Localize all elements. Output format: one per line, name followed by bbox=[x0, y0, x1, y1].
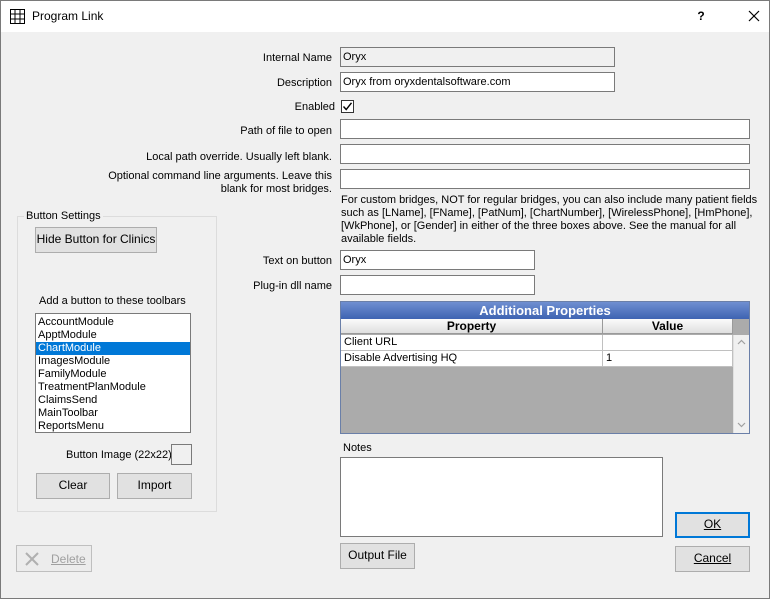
clear-button[interactable]: Clear bbox=[36, 473, 110, 499]
hide-button-for-clinics-button[interactable]: Hide Button for Clinics bbox=[35, 227, 157, 253]
close-icon[interactable] bbox=[741, 4, 767, 28]
program-link-dialog: Program Link ? Internal Name Oryx Descri… bbox=[0, 0, 770, 599]
internal-name-field[interactable]: Oryx bbox=[340, 47, 615, 67]
description-label: Description bbox=[276, 77, 332, 89]
button-text-field[interactable]: Oryx bbox=[340, 250, 535, 270]
grid-header-property: Property bbox=[341, 319, 603, 334]
path-label: Path of file to open bbox=[240, 125, 332, 137]
enabled-checkbox[interactable] bbox=[341, 100, 354, 113]
list-item[interactable]: AccountModule bbox=[36, 316, 190, 329]
additional-properties-grid: Additional Properties Property Value Cli… bbox=[340, 301, 750, 434]
help-text-line: [WkPhone], or [Gender] in either of the … bbox=[341, 220, 737, 232]
list-item[interactable]: ImagesModule bbox=[36, 355, 190, 368]
list-item[interactable]: ChartModule bbox=[36, 342, 190, 355]
notes-label: Notes bbox=[343, 442, 372, 454]
toolbars-listbox[interactable]: AccountModule ApptModule ChartModule Ima… bbox=[35, 313, 191, 433]
help-text-line: such as [LName], [FName], [PatNum], [Cha… bbox=[341, 207, 753, 219]
plugin-dll-field[interactable] bbox=[340, 275, 535, 295]
cmdline-field[interactable] bbox=[340, 169, 750, 189]
cmdline-label-line2: blank for most bridges. bbox=[220, 183, 332, 195]
enabled-label: Enabled bbox=[294, 101, 335, 113]
delete-x-icon bbox=[25, 552, 39, 566]
help-text-line: For custom bridges, NOT for regular brid… bbox=[341, 194, 758, 206]
help-text-line: available fields. bbox=[341, 233, 417, 245]
help-button[interactable]: ? bbox=[691, 6, 711, 26]
plugin-dll-label: Plug-in dll name bbox=[253, 280, 332, 292]
button-text-label: Text on button bbox=[262, 255, 332, 267]
delete-button[interactable]: Delete bbox=[16, 545, 92, 572]
import-button[interactable]: Import bbox=[117, 473, 192, 499]
chevron-down-icon[interactable] bbox=[737, 422, 746, 428]
custom-bridge-help-text: For custom bridges, NOT for regular brid… bbox=[341, 194, 761, 246]
grid-cell-property[interactable]: Client URL bbox=[341, 335, 603, 351]
path-field[interactable] bbox=[340, 119, 750, 139]
checkmark-icon bbox=[342, 102, 353, 111]
output-file-button[interactable]: Output File bbox=[340, 543, 415, 569]
cmdline-label-line1: Optional command line arguments. Leave t… bbox=[108, 170, 332, 182]
list-item[interactable]: TreatmentPlanModule bbox=[36, 381, 190, 394]
grid-cell-value[interactable]: 1 bbox=[603, 351, 733, 367]
internal-name-label: Internal Name bbox=[262, 52, 332, 64]
list-item[interactable]: MainToolbar bbox=[36, 407, 190, 420]
notes-field[interactable] bbox=[340, 457, 663, 537]
grid-title: Additional Properties bbox=[341, 302, 749, 319]
grid-header-value: Value bbox=[603, 319, 733, 334]
grid-cell-value[interactable] bbox=[603, 335, 733, 351]
local-path-label: Local path override. Usually left blank. bbox=[146, 151, 332, 163]
button-settings-title: Button Settings bbox=[24, 210, 103, 222]
chevron-up-icon[interactable] bbox=[737, 339, 746, 345]
description-field[interactable]: Oryx from oryxdentalsoftware.com bbox=[340, 72, 615, 92]
list-item[interactable]: ReportsMenu bbox=[36, 420, 190, 432]
toolbars-label: Add a button to these toolbars bbox=[39, 295, 186, 307]
cancel-button[interactable]: Cancel bbox=[675, 546, 750, 572]
button-image-preview bbox=[171, 444, 192, 465]
button-image-label: Button Image (22x22) bbox=[66, 449, 172, 461]
list-item[interactable]: ApptModule bbox=[36, 329, 190, 342]
list-item[interactable]: ClaimsSend bbox=[36, 394, 190, 407]
grid-app-icon bbox=[10, 9, 25, 24]
local-path-field[interactable] bbox=[340, 144, 750, 164]
grid-scrollbar[interactable] bbox=[733, 335, 749, 433]
ok-button[interactable]: OK bbox=[675, 512, 750, 538]
delete-label: Delete bbox=[51, 552, 86, 566]
list-item[interactable]: FamilyModule bbox=[36, 368, 190, 381]
title-bar: Program Link ? bbox=[1, 1, 769, 32]
grid-cell-property[interactable]: Disable Advertising HQ bbox=[341, 351, 603, 367]
window-title: Program Link bbox=[32, 9, 104, 23]
